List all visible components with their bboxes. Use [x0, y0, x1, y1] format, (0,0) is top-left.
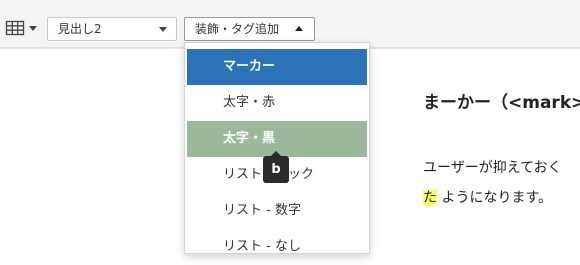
shortcut-tooltip: b [263, 151, 289, 183]
menu-item-bold-red[interactable]: 太字・赤 [187, 85, 367, 121]
menu-item-marker[interactable]: マーカー [187, 49, 367, 85]
table-icon [5, 20, 25, 36]
marked-text: た [423, 190, 437, 206]
content-paragraph-line-2: た ようになります。 [423, 187, 552, 207]
paragraph-text: ようになります。 [441, 190, 553, 206]
decoration-tag-select[interactable]: 装飾・タグ追加 [184, 17, 315, 41]
heading-level-select[interactable]: 見出し2 [47, 17, 177, 41]
chevron-down-icon [29, 26, 37, 31]
content-heading: まーかー（<mark> [423, 93, 580, 113]
editor-toolbar: 見出し2 装飾・タグ追加 [0, 0, 580, 48]
heading-level-value: 見出し2 [58, 22, 102, 36]
decoration-dropdown-menu: マーカー 太字・赤 太字・黒 リストチェック リスト - 数字 リスト - なし [184, 42, 370, 254]
chevron-down-icon [159, 27, 167, 32]
chevron-up-icon [295, 26, 303, 31]
table-insert-button[interactable] [5, 18, 41, 40]
decoration-tag-value: 装飾・タグ追加 [195, 22, 280, 36]
menu-item-list-number[interactable]: リスト - 数字 [187, 193, 367, 229]
content-paragraph-line-1: ユーザーが抑えておく [423, 160, 562, 176]
menu-item-list-none[interactable]: リスト - なし [187, 229, 367, 265]
